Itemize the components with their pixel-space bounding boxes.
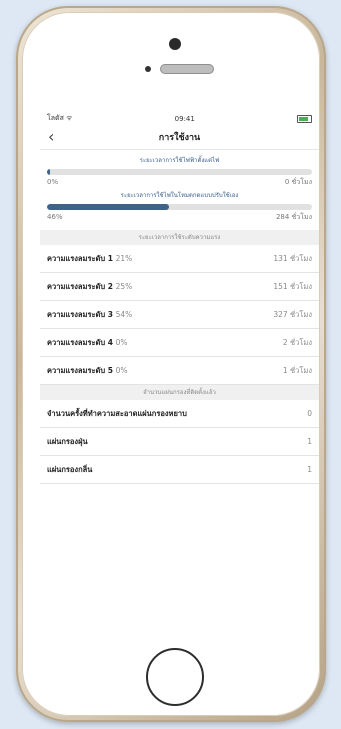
level-label: ความแรงลมระดับ 4 0% xyxy=(47,337,128,347)
earpiece-speaker xyxy=(160,64,214,74)
proximity-sensor xyxy=(145,66,151,72)
filter-row[interactable]: จำนวนครั้งที่ทำความสะอาดแผ่นกรองหยาบ 0 xyxy=(40,400,319,428)
filter-value: 0 xyxy=(307,409,312,418)
level-label: ความแรงลมระดับ 3 54% xyxy=(47,309,133,319)
usage-since-start-row: 0% 0 ชั่วโมง xyxy=(40,175,319,189)
level-row[interactable]: ความแรงลมระดับ 2 25% 151 ชั่วโมง xyxy=(40,273,319,301)
filter-value: 1 xyxy=(307,465,312,474)
filter-label: แผ่นกรองกลิ่น xyxy=(47,464,93,474)
nav-bar: ‹ การใช้งาน xyxy=(40,125,319,150)
level-label: ความแรงลมระดับ 5 0% xyxy=(47,365,128,375)
app-screen: โลตัส ᯤ 09:41 ‹ การใช้งาน ระยะเวลาการใช้… xyxy=(40,112,319,624)
filter-label: จำนวนครั้งที่ทำความสะอาดแผ่นกรองหยาบ xyxy=(47,408,187,418)
usage-since-start-fill xyxy=(47,169,50,175)
level-row[interactable]: ความแรงลมระดับ 5 0% 1 ชั่วโมง xyxy=(40,357,319,385)
level-value: 1 ชั่วโมง xyxy=(282,365,312,375)
page-title: การใช้งาน xyxy=(158,133,201,143)
carrier-wifi: โลตัส ᯤ xyxy=(47,114,73,122)
manual-mode-value: 284 ชั่วโมง xyxy=(275,213,312,221)
filter-row[interactable]: แผ่นกรองกลิ่น 1 xyxy=(40,456,319,484)
usage-since-start-percent: 0% xyxy=(47,178,59,186)
front-camera xyxy=(169,38,181,50)
usage-since-start-label: ระยะเวลาการใช้ไฟฟ้าตั้งแต่ไฟ xyxy=(139,157,220,164)
level-label: ความแรงลมระดับ 1 21% xyxy=(47,253,133,263)
filter-value: 1 xyxy=(307,437,312,446)
level-value: 151 ชั่วโมง xyxy=(273,281,312,291)
wifi-icon: ᯤ xyxy=(66,114,73,122)
status-bar: โลตัส ᯤ 09:41 xyxy=(40,112,319,125)
manual-mode-label: ระยะเวลาการใช้ไฟในโหมดกดแบบปรับใช้เอง xyxy=(120,192,239,199)
home-button[interactable] xyxy=(146,648,204,706)
intensity-section-header: ระยะเวลาการใช้ระดับความแรง xyxy=(40,230,319,245)
usage-since-start-value: 0 ชั่วโมง xyxy=(284,178,312,186)
level-row[interactable]: ความแรงลมระดับ 1 21% 131 ชั่วโมง xyxy=(40,245,319,273)
level-value: 2 ชั่วโมง xyxy=(282,337,312,347)
level-row[interactable]: ความแรงลมระดับ 3 54% 327 ชั่วโมง xyxy=(40,301,319,329)
back-icon[interactable]: ‹ xyxy=(48,126,54,148)
level-value: 327 ชั่วโมง xyxy=(273,309,312,319)
manual-mode-row: 46% 284 ชั่วโมง xyxy=(40,210,319,224)
filter-row[interactable]: แผ่นกรองฝุ่น 1 xyxy=(40,428,319,456)
status-time: 09:41 xyxy=(174,114,195,123)
battery-icon xyxy=(297,114,312,123)
manual-mode-percent: 46% xyxy=(47,213,63,221)
level-value: 131 ชั่วโมง xyxy=(273,253,312,263)
usage-since-start-bar xyxy=(47,169,312,175)
filter-label: แผ่นกรองฝุ่น xyxy=(47,436,88,446)
manual-mode-fill xyxy=(47,204,169,210)
manual-mode-bar xyxy=(47,204,312,210)
level-label: ความแรงลมระดับ 2 25% xyxy=(47,281,133,291)
filter-section-header: จำนวนแผ่นกรองที่ติดตั้งแล้ว xyxy=(40,385,319,400)
level-row[interactable]: ความแรงลมระดับ 4 0% 2 ชั่วโมง xyxy=(40,329,319,357)
